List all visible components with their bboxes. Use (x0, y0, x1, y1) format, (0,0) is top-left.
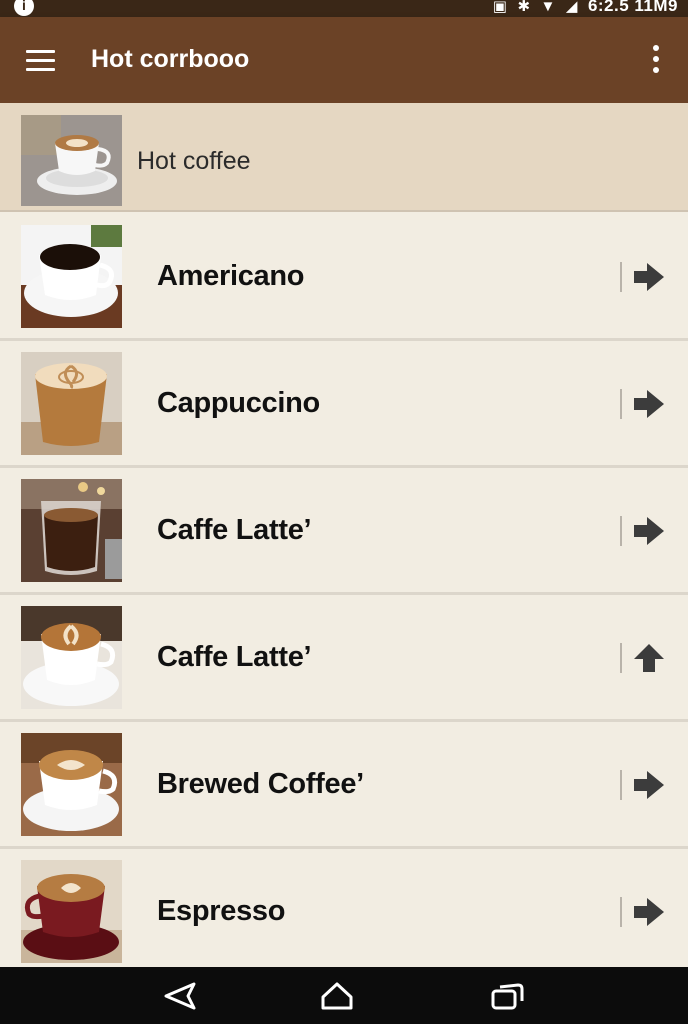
recent-apps-icon[interactable] (490, 981, 526, 1011)
arrow-right-icon[interactable] (632, 261, 666, 293)
divider (620, 262, 622, 292)
item-name: Brewed Coffee’ (157, 768, 364, 800)
arrow-right-icon[interactable] (632, 896, 666, 928)
americano-thumbnail-image (21, 225, 122, 328)
bluetooth-icon: ✱ (517, 0, 531, 15)
item-name: Caffe Latte’ (157, 514, 312, 546)
caffe-latte-cup-thumbnail-image (21, 606, 122, 709)
item-name: Caffe Latte’ (157, 641, 312, 673)
category-header[interactable]: Hot coffee (0, 103, 688, 212)
status-icons: ▣ ✱ ▼ ◢ 6:2.5 11M9 (493, 0, 678, 16)
divider (620, 897, 622, 927)
status-time: 6:2.5 11M9 (587, 0, 678, 15)
signal-icon: ◢ (565, 0, 578, 15)
list-item-cappuccino[interactable]: Cappuccino (0, 341, 688, 468)
back-icon[interactable] (162, 981, 198, 1011)
page-title: Hot corrbooo (91, 45, 250, 73)
menu-icon[interactable] (26, 50, 56, 72)
arrow-up-icon[interactable] (632, 642, 666, 674)
divider (620, 770, 622, 800)
list-item-brewed-coffee[interactable]: Brewed Coffee’ (0, 722, 688, 849)
list-item-americano[interactable]: Americano (0, 214, 688, 341)
list-item-espresso[interactable]: Espresso (0, 849, 688, 976)
arrow-right-icon[interactable] (632, 515, 666, 547)
caffe-latte-thumbnail-image (21, 479, 122, 582)
info-icon (14, 0, 34, 16)
list-item-caffe-latte[interactable]: Caffe Latte’ (0, 468, 688, 595)
divider (620, 516, 622, 546)
coffee-list: Americano Cappuccino Caffe Latte’ Caffe … (0, 214, 688, 976)
wifi-icon: ▼ (540, 0, 556, 15)
item-name: Cappuccino (157, 387, 320, 419)
home-icon[interactable] (319, 981, 355, 1011)
divider (620, 643, 622, 673)
navigation-bar (0, 967, 688, 1024)
app-bar: Hot corrbooo (0, 17, 688, 103)
item-name: Espresso (157, 895, 286, 927)
status-bar: ▣ ✱ ▼ ◢ 6:2.5 11M9 (0, 0, 688, 17)
item-name: Americano (157, 260, 305, 292)
arrow-right-icon[interactable] (632, 388, 666, 420)
category-label: Hot coffee (137, 147, 251, 175)
notification-icon: ▣ (492, 0, 508, 15)
more-options-icon[interactable] (652, 45, 660, 75)
brewed-coffee-thumbnail-image (21, 733, 122, 836)
cup-thumbnail-image (21, 115, 122, 206)
divider (620, 389, 622, 419)
arrow-right-icon[interactable] (632, 769, 666, 801)
espresso-thumbnail-image (21, 860, 122, 963)
list-item-caffe-latte-2[interactable]: Caffe Latte’ (0, 595, 688, 722)
cappuccino-thumbnail-image (21, 352, 122, 455)
